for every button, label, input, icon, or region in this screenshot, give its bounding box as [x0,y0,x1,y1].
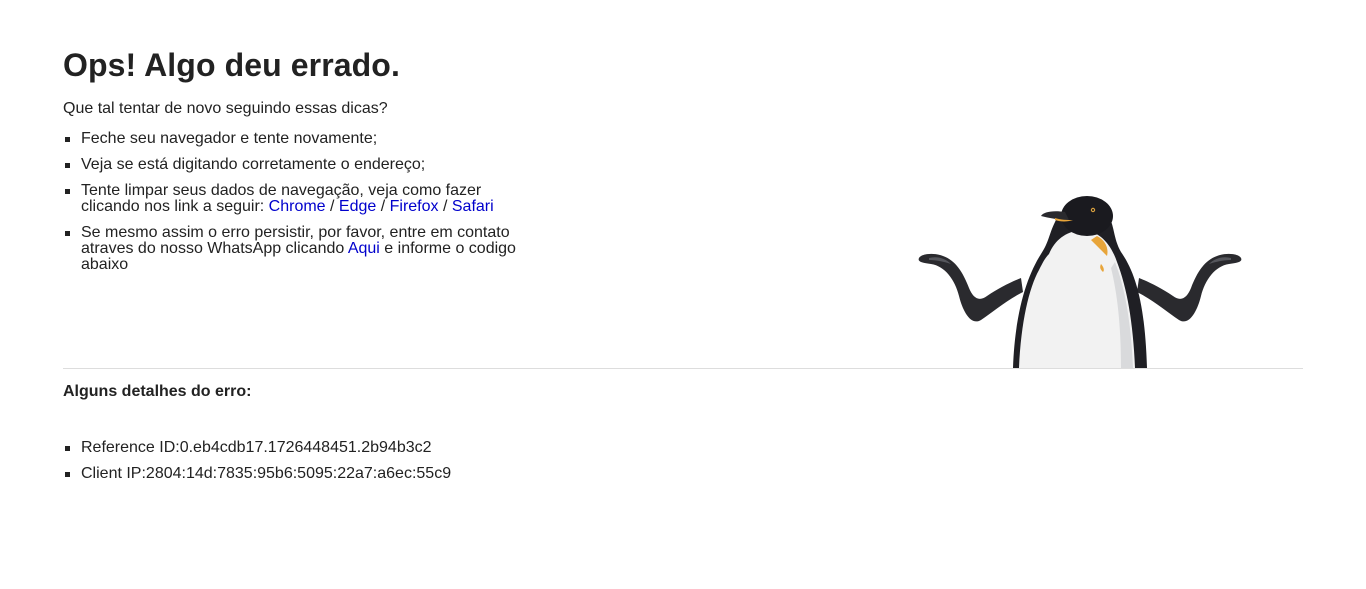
chrome-link[interactable]: Chrome [269,198,326,215]
link-separator: / [438,198,452,215]
list-item: Reference ID:0.eb4cdb17.1726448451.2b94b… [63,440,663,456]
reference-id-text: Reference ID:0.eb4cdb17.1726448451.2b94b… [81,439,432,456]
edge-link[interactable]: Edge [339,198,376,215]
list-item: Veja se está digitando corretamente o en… [63,157,533,173]
client-ip-text: Client IP:2804:14d:7835:95b6:5095:22a7:a… [81,465,452,482]
link-separator: / [376,198,390,215]
list-item: Se mesmo assim o erro persistir, por fav… [63,225,533,273]
tips-list: Feche seu navegador e tente novamente; V… [63,131,533,283]
section-divider [63,368,1303,369]
intro-text: Que tal tentar de novo seguindo essas di… [63,100,388,117]
page-title: Ops! Algo deu errado. [63,47,400,83]
tip-check-address-text: Veja se está digitando corretamente o en… [81,156,426,173]
list-item: Feche seu navegador e tente novamente; [63,131,533,147]
link-separator: / [325,198,339,215]
details-list: Reference ID:0.eb4cdb17.1726448451.2b94b… [63,440,663,492]
tip-close-browser-text: Feche seu navegador e tente novamente; [81,130,378,147]
details-title: Alguns detalhes do erro: [63,383,252,400]
whatsapp-link[interactable]: Aqui [348,240,380,257]
firefox-link[interactable]: Firefox [390,198,439,215]
safari-link[interactable]: Safari [452,198,494,215]
penguin-shrug-image [918,196,1242,368]
list-item: Client IP:2804:14d:7835:95b6:5095:22a7:a… [63,466,663,482]
list-item: Tente limpar seus dados de navegação, ve… [63,183,533,215]
